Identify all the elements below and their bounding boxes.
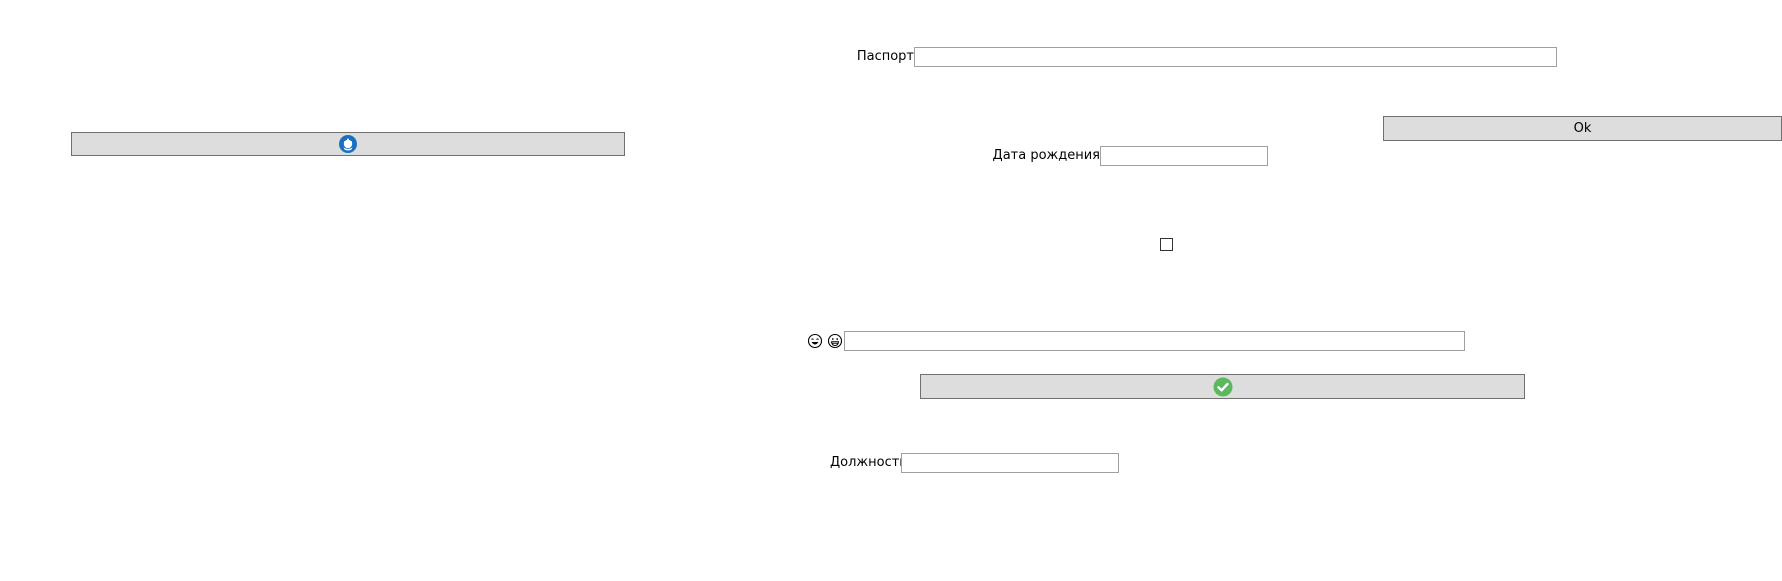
checkmark-circle-icon	[1213, 377, 1232, 396]
emoji-input[interactable]	[844, 331, 1465, 351]
laughing-face-icon	[807, 333, 823, 349]
ok-button-label: Ok	[1573, 121, 1592, 136]
lifebuoy-icon	[339, 135, 357, 153]
position-label: Должность	[830, 455, 907, 470]
passport-label: Паспорт	[856, 49, 914, 64]
left-icon-button[interactable]	[71, 132, 625, 156]
ok-button[interactable]: Ok	[1383, 116, 1782, 141]
passport-input[interactable]	[914, 47, 1557, 67]
birthdate-input[interactable]	[1100, 146, 1268, 166]
confirm-button[interactable]	[920, 374, 1525, 399]
birthdate-label: Дата рождения	[992, 148, 1100, 163]
grinning-face-icon	[827, 333, 843, 349]
position-input[interactable]	[901, 453, 1119, 473]
checkbox[interactable]	[1160, 238, 1173, 251]
